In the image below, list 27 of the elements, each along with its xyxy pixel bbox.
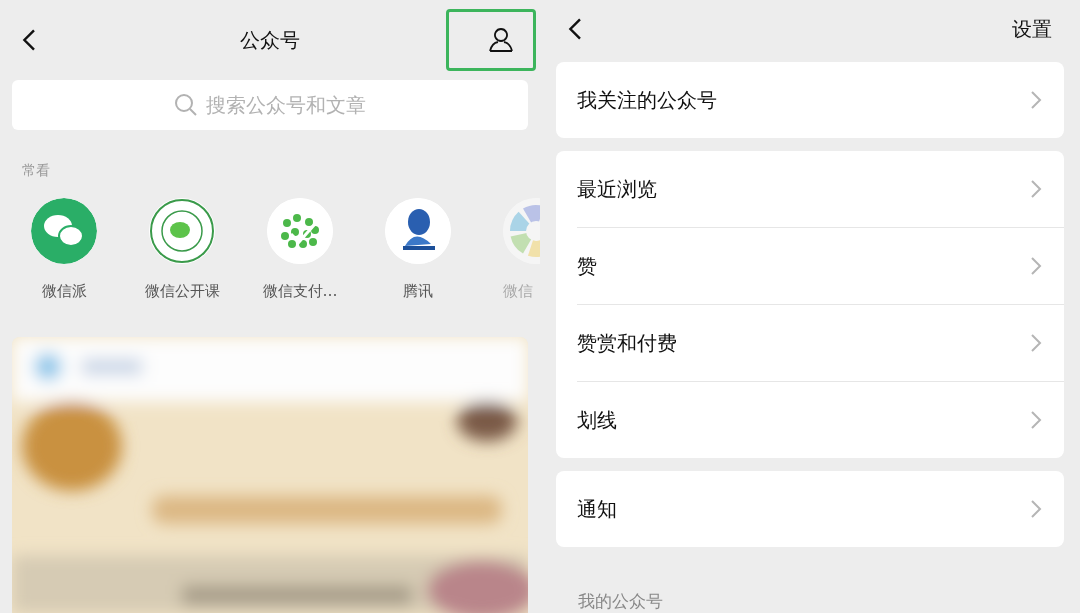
chevron-icon <box>1030 333 1042 353</box>
chevron-icon <box>1030 499 1042 519</box>
chevron-icon <box>1030 410 1042 430</box>
account-name[interactable]: 微信支付… <box>262 282 338 301</box>
profile-button[interactable] <box>446 9 536 71</box>
chat-bubbles-icon <box>31 198 97 264</box>
menu-item[interactable]: 通知 <box>577 471 1064 547</box>
account-name[interactable]: 微信公开课 <box>144 282 220 301</box>
menu-item[interactable]: 最近浏览 <box>577 151 1064 227</box>
menu-item[interactable]: 划线 <box>577 381 1064 458</box>
menu-item[interactable]: 赞 <box>577 227 1064 304</box>
menu-item[interactable]: 赞赏和付费 <box>577 304 1064 381</box>
page-title: 公众号 <box>240 26 300 54</box>
person-icon <box>487 26 515 54</box>
settings-button[interactable]: 设置 <box>1006 14 1058 44</box>
section-label: 常看 <box>22 162 51 180</box>
chevron-icon <box>1030 256 1042 276</box>
seal-icon <box>149 198 215 264</box>
chevron-icon <box>1030 90 1042 110</box>
menu-item[interactable]: 我关注的公众号 <box>577 62 1064 138</box>
chevron-icon <box>1030 179 1042 199</box>
account-name[interactable]: 腾讯 <box>403 282 433 301</box>
back-icon <box>568 17 583 41</box>
account-name[interactable]: 微信派 <box>41 282 87 301</box>
back-icon <box>22 28 37 52</box>
section-heading: 我的公众号 <box>578 590 664 613</box>
search-icon <box>174 93 198 117</box>
